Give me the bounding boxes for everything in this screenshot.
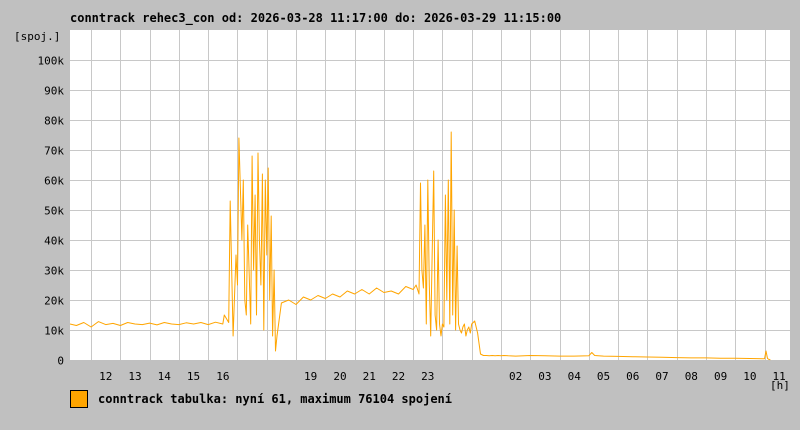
- x-tick-label: 04: [568, 370, 582, 383]
- x-tick-label: 02: [509, 370, 522, 383]
- y-axis-title: [spoj.]: [14, 30, 60, 43]
- x-tick-label: 23: [421, 370, 434, 383]
- legend-label: conntrack tabulka: nyní 61, maximum 7610…: [98, 392, 453, 406]
- x-tick-label: 03: [538, 370, 551, 383]
- x-tick-label: 22: [392, 370, 405, 383]
- x-tick-label: 21: [363, 370, 376, 383]
- y-tick-label: 0: [57, 355, 64, 368]
- x-tick-label: 07: [655, 370, 668, 383]
- y-tick-label: 90k: [44, 85, 64, 98]
- x-tick-label: 15: [187, 370, 200, 383]
- x-tick-label: 13: [128, 370, 141, 383]
- y-tick-label: 70k: [44, 145, 64, 158]
- y-tick-label: 80k: [44, 115, 64, 128]
- chart: 0 10k 20k 30k 40k 50k 60k 70k 80k 90k 100k 12 13 14 15…: [14, 30, 790, 392]
- y-tick-label: 10k: [44, 325, 64, 338]
- y-tick-label: 30k: [44, 265, 64, 278]
- x-tick-label: 20: [333, 370, 346, 383]
- x-tick-label: 14: [158, 370, 172, 383]
- y-tick-label: 50k: [44, 205, 64, 218]
- x-tick-label: 10: [743, 370, 756, 383]
- y-tick-label: 40k: [44, 235, 64, 248]
- x-tick-label: 06: [626, 370, 639, 383]
- x-axis-title: [h]: [770, 379, 790, 392]
- y-tick-label: 60k: [44, 175, 64, 188]
- y-tick-label: 20k: [44, 295, 64, 308]
- x-tick-label: 19: [304, 370, 317, 383]
- x-tick-label: 12: [99, 370, 112, 383]
- x-tick-label: 08: [685, 370, 698, 383]
- x-tick-label: 05: [597, 370, 610, 383]
- legend-swatch: [70, 390, 88, 408]
- y-tick-label: 100k: [38, 55, 65, 68]
- x-tick-label: 16: [216, 370, 229, 383]
- legend: conntrack tabulka: nyní 61, maximum 7610…: [70, 390, 452, 408]
- x-tick-label: 09: [714, 370, 727, 383]
